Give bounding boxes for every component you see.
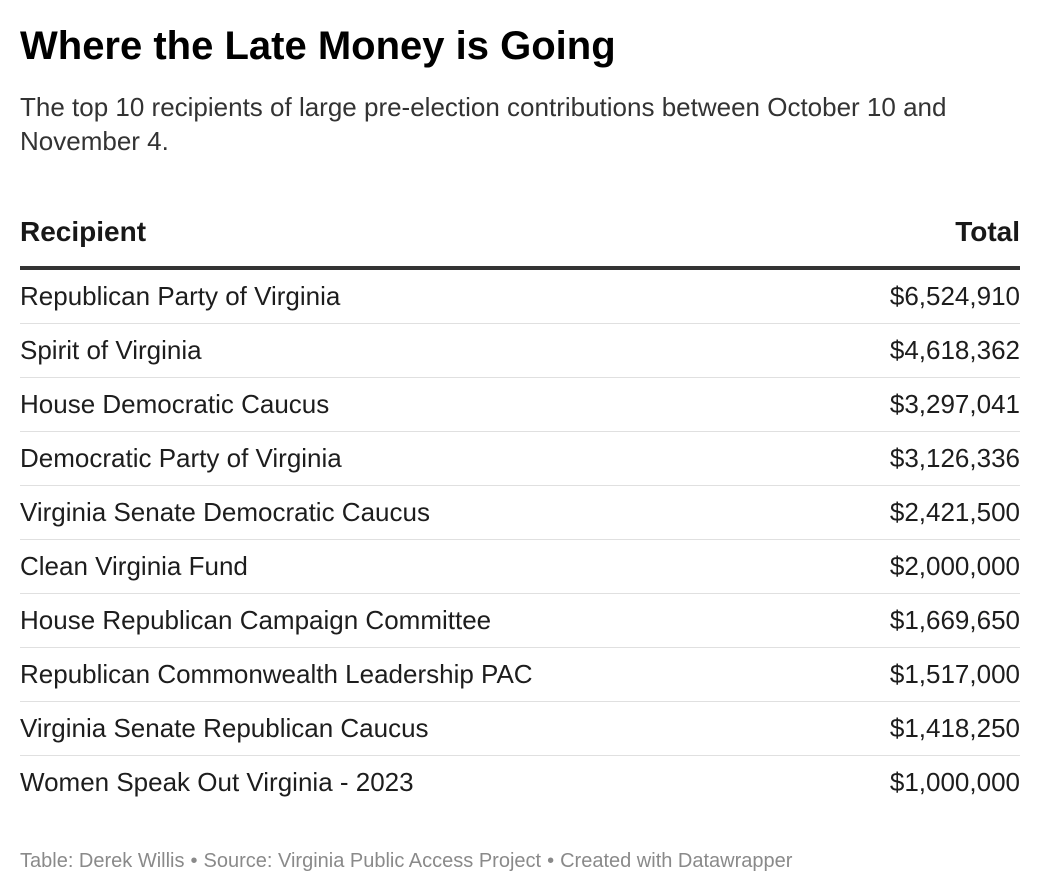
chart-subtitle: The top 10 recipients of large pre-elect… xyxy=(20,92,947,156)
source-text: Source: Virginia Public Access Project xyxy=(203,850,542,872)
total-cell: $6,524,910 xyxy=(889,281,1020,311)
table-row: Women Speak Out Virginia - 2023 $1,000,00… xyxy=(20,756,1020,809)
total-cell: $2,421,500 xyxy=(889,497,1020,527)
table-row: Virginia Senate Republican Caucus $1,418,… xyxy=(20,702,1020,756)
recipient-cell: Republican Party of Virginia xyxy=(20,281,341,311)
footer-separator: • xyxy=(190,850,198,872)
chart-title: Where the Late Money is Going xyxy=(20,24,616,68)
table-row: Spirit of Virginia $4,618,362 xyxy=(20,324,1020,378)
recipient-cell: Democratic Party of Virginia xyxy=(20,443,342,473)
table-row: Democratic Party of Virginia $3,126,336 xyxy=(20,432,1020,486)
table-row: Virginia Senate Democratic Caucus $2,421,… xyxy=(20,486,1020,540)
table-row: Clean Virginia Fund $2,000,000 xyxy=(20,540,1020,594)
footer-separator: • xyxy=(547,850,555,872)
column-header-recipient[interactable]: Recipient xyxy=(20,210,146,254)
column-header-total[interactable]: Total xyxy=(955,210,1020,254)
recipient-cell: Virginia Senate Democratic Caucus xyxy=(20,497,430,527)
recipient-cell: Clean Virginia Fund xyxy=(20,551,248,581)
table-credit: Table: Derek Willis xyxy=(20,850,185,872)
total-cell: $1,669,650 xyxy=(889,605,1020,635)
total-cell: $4,618,362 xyxy=(889,335,1020,365)
total-cell: $3,126,336 xyxy=(889,443,1020,473)
created-with-link[interactable]: Created with Datawrapper xyxy=(560,850,792,872)
table-row: House Democratic Caucus $3,297,041 xyxy=(20,378,1020,432)
table-row: Republican Party of Virginia $6,524,910 xyxy=(20,270,1020,324)
total-cell: $1,000,000 xyxy=(889,767,1020,797)
recipient-cell: Spirit of Virginia xyxy=(20,335,202,365)
chart-footer: Table: Derek Willis • Source: Virginia Pub… xyxy=(20,847,792,875)
total-cell: $2,000,000 xyxy=(889,551,1020,581)
recipient-cell: Republican Commonwealth Leadership PAC xyxy=(20,659,533,689)
recipient-cell: House Democratic Caucus xyxy=(20,389,330,419)
recipient-cell: Virginia Senate Republican Caucus xyxy=(20,713,429,743)
recipient-cell: Women Speak Out Virginia - 2023 xyxy=(20,767,414,797)
total-cell: $1,418,250 xyxy=(889,713,1020,743)
recipient-cell: House Republican Campaign Committee xyxy=(20,605,492,635)
table-row: House Republican Campaign Committee $1,66… xyxy=(20,594,1020,648)
table-row: Republican Commonwealth Leadership PAC $1… xyxy=(20,648,1020,702)
table-header: Recipient Total xyxy=(20,210,1020,270)
total-cell: $1,517,000 xyxy=(889,659,1020,689)
total-cell: $3,297,041 xyxy=(889,389,1020,419)
table-body: Republican Party of Virginia $6,524,910 Sp… xyxy=(20,270,1020,809)
